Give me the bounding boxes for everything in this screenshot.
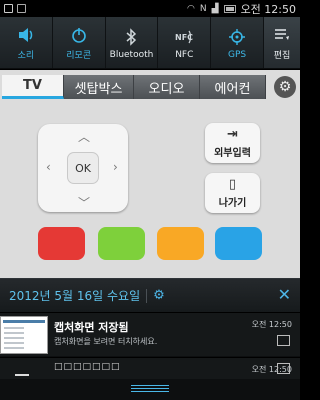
notification-item[interactable]: 캡처화면 저장됨 캡처화면을 보려면 터치하세요. 오전 12:50 xyxy=(0,312,300,356)
divider xyxy=(146,288,148,303)
wifi-icon: ◠ xyxy=(187,3,195,14)
gps-icon xyxy=(226,26,248,48)
arrow-down-button[interactable]: ﹀ xyxy=(78,194,90,211)
notification-panel: 2012년 5월 16일 수요일 ⚙ ✕ 캡처화면 저장됨 캡처화면을 보려면 … xyxy=(0,278,300,400)
arrow-right-button[interactable]: › xyxy=(113,160,118,174)
red-button[interactable] xyxy=(38,227,85,260)
image-icon xyxy=(277,363,290,374)
external-input-label: 외부입력 xyxy=(214,148,251,159)
exit-label: 나가기 xyxy=(218,198,247,209)
input-source-icon: ⇥ xyxy=(227,127,238,142)
notification-title: 캡처화면 저장됨 xyxy=(54,321,129,334)
status-time: 오전 12:50 xyxy=(240,2,296,16)
quick-toggle-label: 리모콘 xyxy=(66,51,92,61)
status-bar: ◠ N ▟ 오전 12:50 xyxy=(0,0,300,17)
green-button[interactable] xyxy=(98,227,145,260)
exit-button[interactable]: ▯ 나가기 xyxy=(205,173,260,213)
dash-icon xyxy=(15,374,29,376)
date-text: 2012년 5월 16일 수요일 xyxy=(9,289,141,303)
tab-audio[interactable]: 오디오 xyxy=(134,75,200,99)
signal-icon: ▟ xyxy=(211,3,219,14)
quick-toggle-remote[interactable]: 리모콘 xyxy=(53,17,106,68)
notification-title: □□□□□□□ xyxy=(54,362,121,372)
edit-label: 편집 xyxy=(273,51,291,61)
quick-toggle-gps[interactable]: GPS xyxy=(211,17,264,68)
notification-icon xyxy=(17,4,26,13)
quick-settings-bar: 소리 리모콘 Bluetooth NFC NFC GPS 편집 xyxy=(0,17,300,69)
exit-door-icon: ▯ xyxy=(228,177,237,192)
yellow-button[interactable] xyxy=(157,227,204,260)
quick-toggle-label: GPS xyxy=(228,49,247,60)
external-input-button[interactable]: ⇥ 외부입력 xyxy=(205,123,260,163)
quick-toggle-label: Bluetooth xyxy=(109,49,154,60)
notification-time: 오전 12:50 xyxy=(251,320,292,329)
image-icon xyxy=(277,335,290,346)
clear-notifications-icon[interactable]: ✕ xyxy=(278,285,291,304)
gear-icon[interactable]: ⚙ xyxy=(274,76,296,98)
notification-subtitle: 캡처화면을 보려면 터치하세요. xyxy=(54,337,158,346)
arrow-left-button[interactable]: ‹ xyxy=(46,160,51,174)
blue-button[interactable] xyxy=(215,227,262,260)
tab-settop-box[interactable]: 셋탑박스 xyxy=(64,75,134,99)
bluetooth-icon xyxy=(120,26,142,48)
arrow-up-button[interactable]: ︿ xyxy=(78,128,90,145)
power-icon xyxy=(68,24,90,46)
ok-button[interactable]: OK xyxy=(67,152,99,184)
quick-toggle-nfc[interactable]: NFC NFC xyxy=(158,17,212,68)
nfc-status-icon: N xyxy=(199,3,207,14)
settings-gear-icon[interactable]: ⚙ xyxy=(153,288,165,303)
date-header: 2012년 5월 16일 수요일 ⚙ ✕ xyxy=(0,278,300,312)
screenshot-thumbnail xyxy=(0,316,48,354)
device-tabs: TV 셋탑박스 오디오 에어컨 ⚙ xyxy=(0,75,300,101)
quick-toggle-bluetooth[interactable]: Bluetooth xyxy=(106,17,159,68)
quick-toggle-sound[interactable]: 소리 xyxy=(0,17,53,68)
edit-button[interactable]: 편집 xyxy=(263,17,300,68)
direction-pad: ︿ ﹀ ‹ › OK xyxy=(38,124,128,212)
remote-control-panel: TV 셋탑박스 오디오 에어컨 ⚙ ︿ ﹀ ‹ › OK ⇥ 외부입력 ▯ 나가… xyxy=(0,70,300,278)
quick-toggle-label: 소리 xyxy=(17,51,35,61)
tab-tv[interactable]: TV xyxy=(2,75,64,99)
battery-icon xyxy=(223,4,236,13)
drag-handle[interactable] xyxy=(131,385,169,393)
speaker-icon xyxy=(15,24,37,46)
tab-air-conditioner[interactable]: 에어컨 xyxy=(200,75,266,99)
notification-item[interactable]: □□□□□□□ 오전 12:50 xyxy=(0,357,300,379)
notification-icon xyxy=(4,4,13,13)
nfc-icon: NFC xyxy=(173,26,195,48)
quick-toggle-label: NFC xyxy=(175,49,194,60)
edit-list-icon xyxy=(271,24,293,46)
